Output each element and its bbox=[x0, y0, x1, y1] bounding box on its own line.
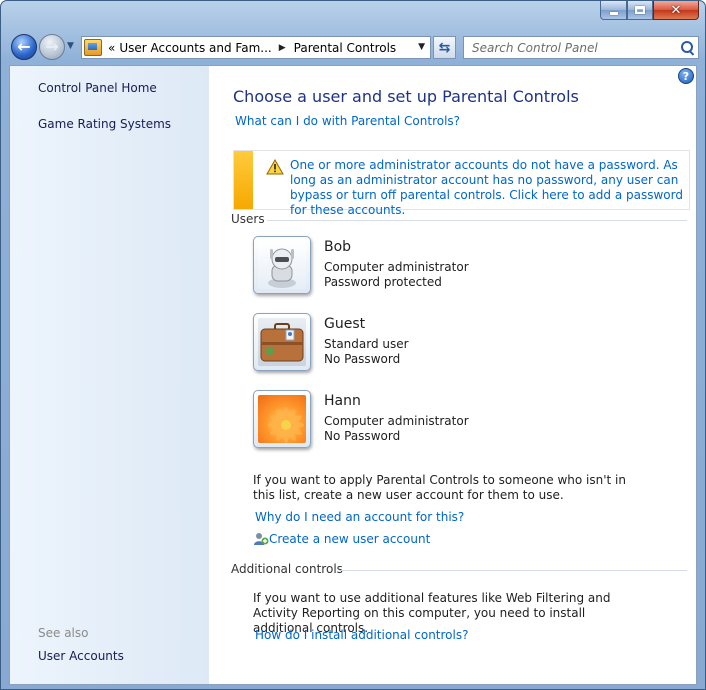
close-icon: ✕ bbox=[670, 2, 682, 18]
user-name-bob: Bob bbox=[324, 239, 352, 255]
user-card-guest[interactable]: Guest Standard user No Password bbox=[253, 313, 553, 377]
forward-arrow-icon: → bbox=[45, 37, 59, 56]
warning-text-link[interactable]: One or more administrator accounts do no… bbox=[290, 158, 685, 218]
content-pane: Control Panel Home Game Rating Systems S… bbox=[9, 65, 697, 685]
user-role-hann: Computer administrator bbox=[324, 414, 469, 428]
see-also-heading: See also bbox=[38, 626, 89, 640]
search-box[interactable] bbox=[463, 36, 699, 59]
recent-pages-dropdown-icon[interactable]: ▼ bbox=[67, 41, 74, 51]
password-warning-banner[interactable]: One or more administrator accounts do no… bbox=[233, 150, 690, 217]
user-role-bob: Computer administrator bbox=[324, 260, 469, 274]
forward-button[interactable]: → bbox=[39, 34, 65, 60]
user-picture-bob bbox=[253, 236, 311, 294]
sidebar-link-game-rating-systems[interactable]: Game Rating Systems bbox=[38, 117, 171, 131]
sidebar-link-control-panel-home[interactable]: Control Panel Home bbox=[38, 81, 157, 95]
sidebar: Control Panel Home Game Rating Systems S… bbox=[10, 66, 209, 684]
install-additional-controls-link[interactable]: How do I install additional controls? bbox=[255, 628, 468, 642]
why-need-account-link[interactable]: Why do I need an account for this? bbox=[255, 510, 464, 524]
navigation-bar: ← → ▼ « User Accounts and Fam... ▶ Paren… bbox=[9, 31, 699, 63]
maximize-icon bbox=[635, 6, 645, 14]
what-can-i-do-link[interactable]: What can I do with Parental Controls? bbox=[235, 114, 460, 128]
user-status-bob: Password protected bbox=[324, 275, 442, 289]
create-new-user-account-link[interactable]: Create a new user account bbox=[269, 532, 430, 546]
minimize-icon bbox=[609, 11, 618, 15]
robot-picture-icon bbox=[268, 248, 296, 288]
breadcrumb-separator-icon[interactable]: ▶ bbox=[279, 43, 286, 53]
address-dropdown-icon[interactable]: ▼ bbox=[418, 42, 425, 52]
create-user-icon bbox=[254, 533, 269, 545]
main-panel: ? Choose a user and set up Parental Cont… bbox=[209, 66, 696, 684]
control-panel-window: ✕ ← → ▼ « User Accounts and Fam... ▶ Par… bbox=[0, 0, 706, 690]
flower-picture-icon bbox=[268, 407, 304, 443]
user-name-guest: Guest bbox=[324, 316, 366, 332]
user-name-hann: Hann bbox=[324, 393, 361, 409]
additional-controls-heading: Additional controls bbox=[231, 562, 343, 576]
search-input[interactable] bbox=[470, 39, 678, 56]
user-status-guest: No Password bbox=[324, 352, 401, 366]
user-status-hann: No Password bbox=[324, 429, 401, 443]
user-card-bob[interactable]: Bob Computer administrator Password prot… bbox=[253, 236, 553, 300]
search-icon[interactable] bbox=[678, 38, 698, 58]
sidebar-link-user-accounts[interactable]: User Accounts bbox=[38, 649, 124, 663]
back-button[interactable]: ← bbox=[11, 34, 37, 60]
maximize-button[interactable] bbox=[627, 1, 653, 20]
refresh-button[interactable]: ⇆ bbox=[433, 36, 456, 59]
user-card-hann[interactable]: Hann Computer administrator No Password bbox=[253, 390, 553, 454]
warning-icon bbox=[266, 159, 284, 175]
refresh-icon: ⇆ bbox=[438, 39, 451, 56]
new-account-description: If you want to apply Parental Controls t… bbox=[253, 473, 626, 502]
address-bar[interactable]: « User Accounts and Fam... ▶ Parental Co… bbox=[81, 36, 431, 59]
page-title: Choose a user and set up Parental Contro… bbox=[233, 87, 579, 106]
caption-buttons: ✕ bbox=[600, 1, 699, 20]
user-picture-hann bbox=[253, 390, 311, 448]
address-overflow-chevron[interactable]: « bbox=[108, 41, 115, 55]
back-arrow-icon: ← bbox=[17, 37, 31, 56]
close-button[interactable]: ✕ bbox=[653, 1, 699, 20]
help-icon[interactable]: ? bbox=[678, 68, 694, 84]
control-panel-icon bbox=[84, 39, 102, 56]
breadcrumb-parental-controls[interactable]: Parental Controls bbox=[294, 41, 397, 55]
additional-controls-divider bbox=[339, 570, 687, 571]
briefcase-picture-icon bbox=[260, 323, 304, 362]
user-picture-guest bbox=[253, 313, 311, 371]
user-role-guest: Standard user bbox=[324, 337, 409, 351]
warning-bar bbox=[234, 151, 253, 209]
users-divider bbox=[267, 220, 687, 221]
breadcrumb-user-accounts[interactable]: User Accounts and Fam... bbox=[119, 41, 271, 55]
minimize-button[interactable] bbox=[600, 1, 627, 20]
users-heading: Users bbox=[231, 212, 265, 226]
